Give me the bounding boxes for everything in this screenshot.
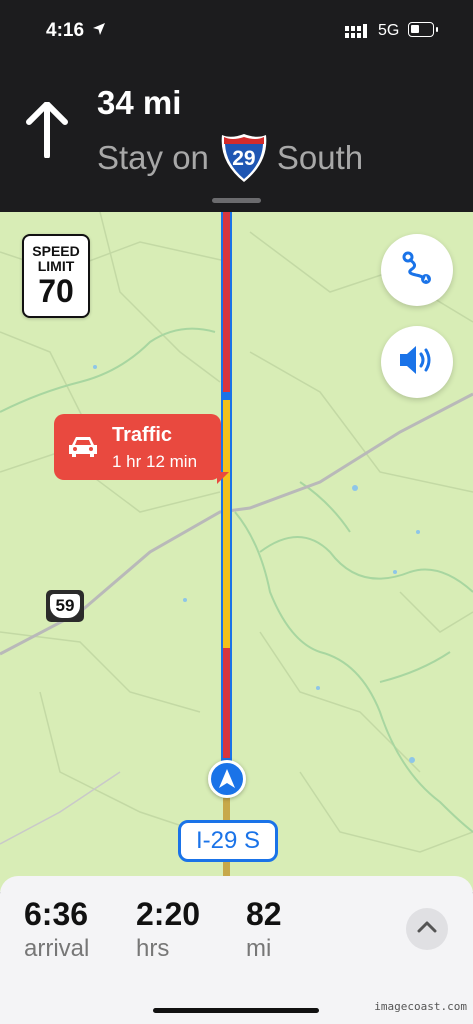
duration-stat: 2:20 hrs (136, 896, 200, 963)
instruction-prefix: Stay on (97, 139, 209, 176)
traffic-callout[interactable]: Traffic 1 hr 12 min (54, 414, 229, 484)
home-indicator[interactable] (153, 1008, 319, 1013)
distance-stat: 82 mi (246, 896, 282, 963)
instruction-suffix: South (276, 139, 364, 176)
traffic-title: Traffic (112, 424, 173, 446)
speed-limit-sign: SPEED LIMIT 70 (22, 234, 90, 318)
distance-label: mi (246, 935, 272, 962)
us-highway-number: 59 (50, 594, 80, 618)
duration-label: hrs (136, 935, 170, 962)
expand-card-button[interactable] (406, 908, 448, 950)
us-highway-marker: 59 (46, 590, 84, 622)
speed-limit-line2: LIMIT (37, 258, 75, 274)
chevron-up-icon (417, 920, 437, 938)
speed-limit-value: 70 (38, 273, 74, 309)
battery-icon (408, 22, 434, 37)
battery-tip (436, 27, 438, 32)
current-road-label: I-29 S (178, 820, 278, 862)
navigation-banner[interactable]: 34 mi Stay on 29 South (0, 60, 473, 212)
distance-value: 82 (246, 896, 282, 932)
maneuver-instruction: Stay on 29 South (97, 132, 363, 184)
callout-pointer (217, 472, 229, 484)
battery-level (411, 25, 419, 33)
maneuver-distance: 34 mi (97, 84, 182, 121)
duration-value: 2:20 (136, 896, 201, 932)
straight-arrow-icon (26, 101, 68, 163)
route-overview-button[interactable] (381, 234, 453, 306)
watermark: imagecoast.com (374, 1000, 467, 1013)
interstate-shield-icon: 29 (219, 132, 269, 184)
user-location-icon (208, 760, 246, 798)
arrival-time: 6:36 (24, 896, 89, 932)
network-type: 5G (378, 22, 400, 39)
status-time: 4:16 (46, 20, 85, 41)
voice-volume-button[interactable] (381, 326, 453, 398)
traffic-delay: 1 hr 12 min (112, 452, 198, 471)
arrival-stat: 6:36 arrival (24, 896, 89, 963)
map-view[interactable]: SPEED LIMIT 70 Traffic 1 hr 12 min 59 I-… (0, 212, 473, 892)
speaker-icon (397, 343, 437, 382)
route-overview-icon (400, 251, 434, 290)
signal-icon (345, 24, 369, 43)
location-arrow-icon (92, 22, 106, 41)
arrival-label: arrival (24, 935, 90, 962)
banner-grabber[interactable] (212, 198, 261, 203)
car-icon (66, 434, 100, 465)
shield-number: 29 (232, 147, 256, 170)
speed-limit-line1: SPEED (32, 243, 80, 259)
status-bar: 4:16 5G (0, 0, 473, 60)
